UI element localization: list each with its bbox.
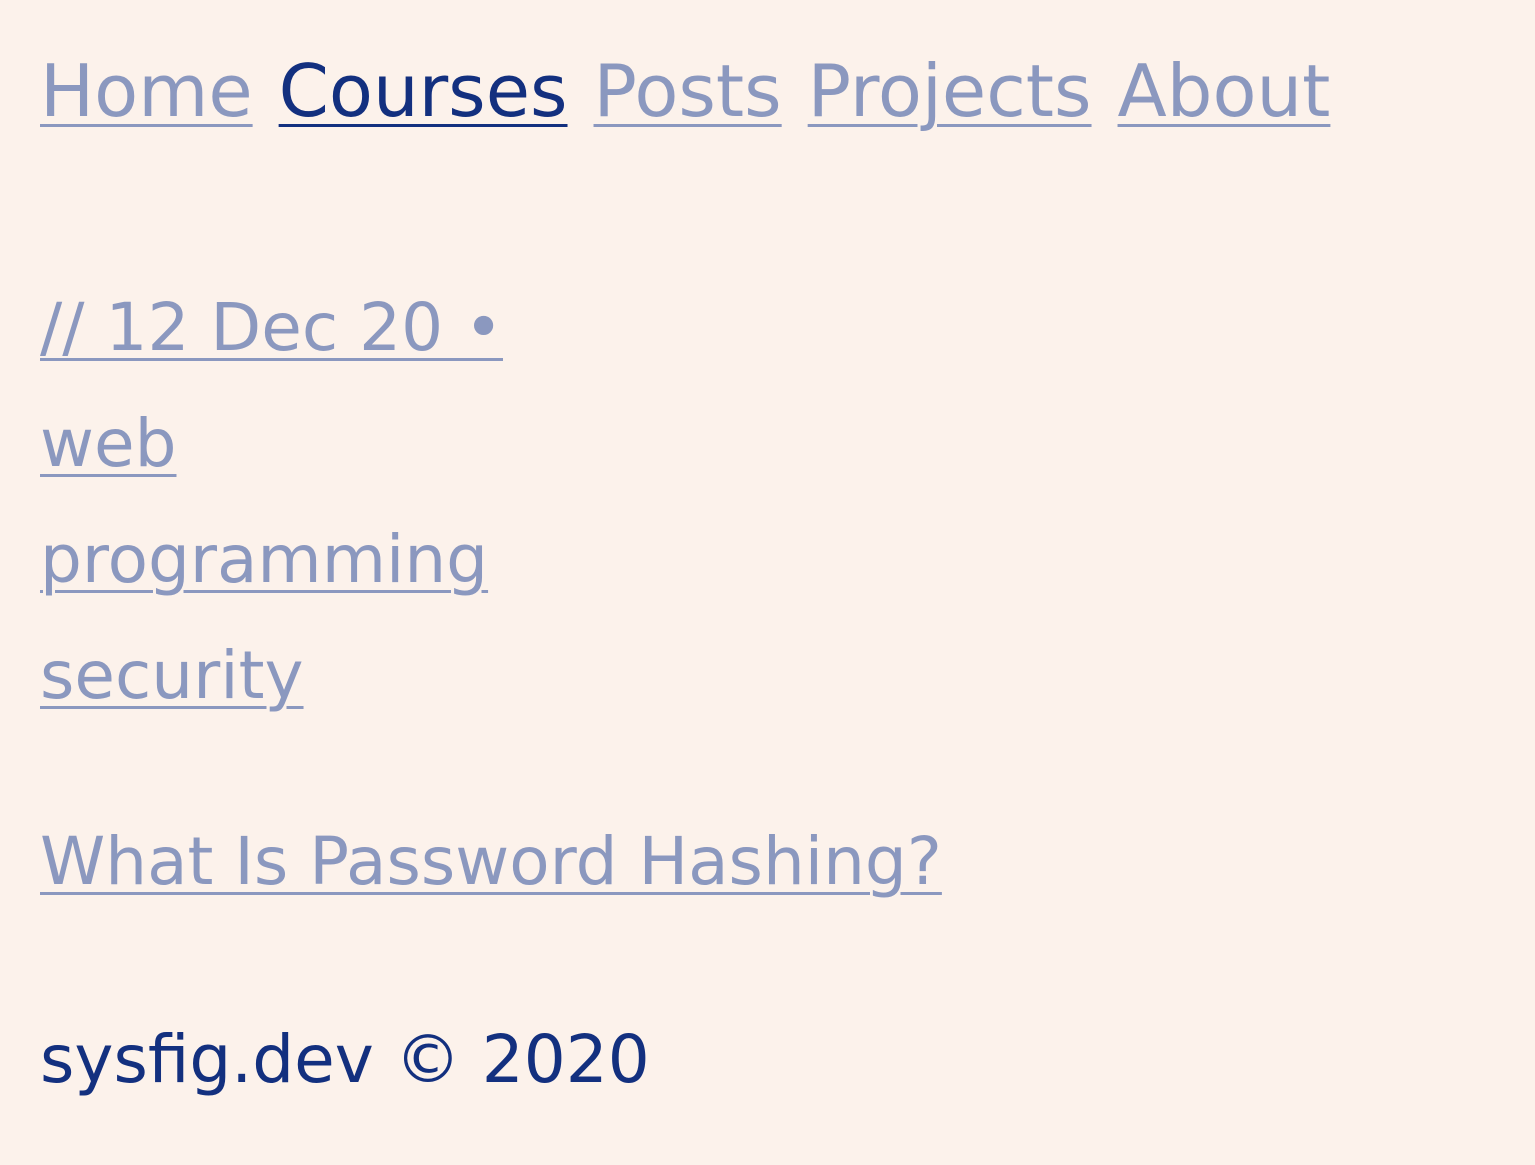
post-title-container: What Is Password Hashing? — [40, 812, 942, 912]
footer-copyright: sysfig.dev © 2020 — [40, 1021, 650, 1098]
footer: sysfig.dev © 2020 — [40, 1010, 650, 1110]
main-nav: Home Courses Posts Projects About — [40, 48, 1330, 134]
tag-web-link[interactable]: web — [40, 386, 176, 502]
nav-posts-link[interactable]: Posts — [594, 48, 782, 134]
post-title-link[interactable]: What Is Password Hashing? — [40, 823, 942, 900]
tag-security-link[interactable]: security — [40, 618, 304, 734]
nav-projects-link[interactable]: Projects — [808, 48, 1092, 134]
nav-courses-link[interactable]: Courses — [279, 48, 568, 134]
tag-programming-link[interactable]: programming — [40, 502, 488, 618]
nav-about-link[interactable]: About — [1118, 48, 1331, 134]
post-date-link[interactable]: // 12 Dec 20 • — [40, 270, 503, 386]
post-meta: // 12 Dec 20 • web programming security — [40, 270, 503, 734]
nav-home-link[interactable]: Home — [40, 48, 253, 134]
